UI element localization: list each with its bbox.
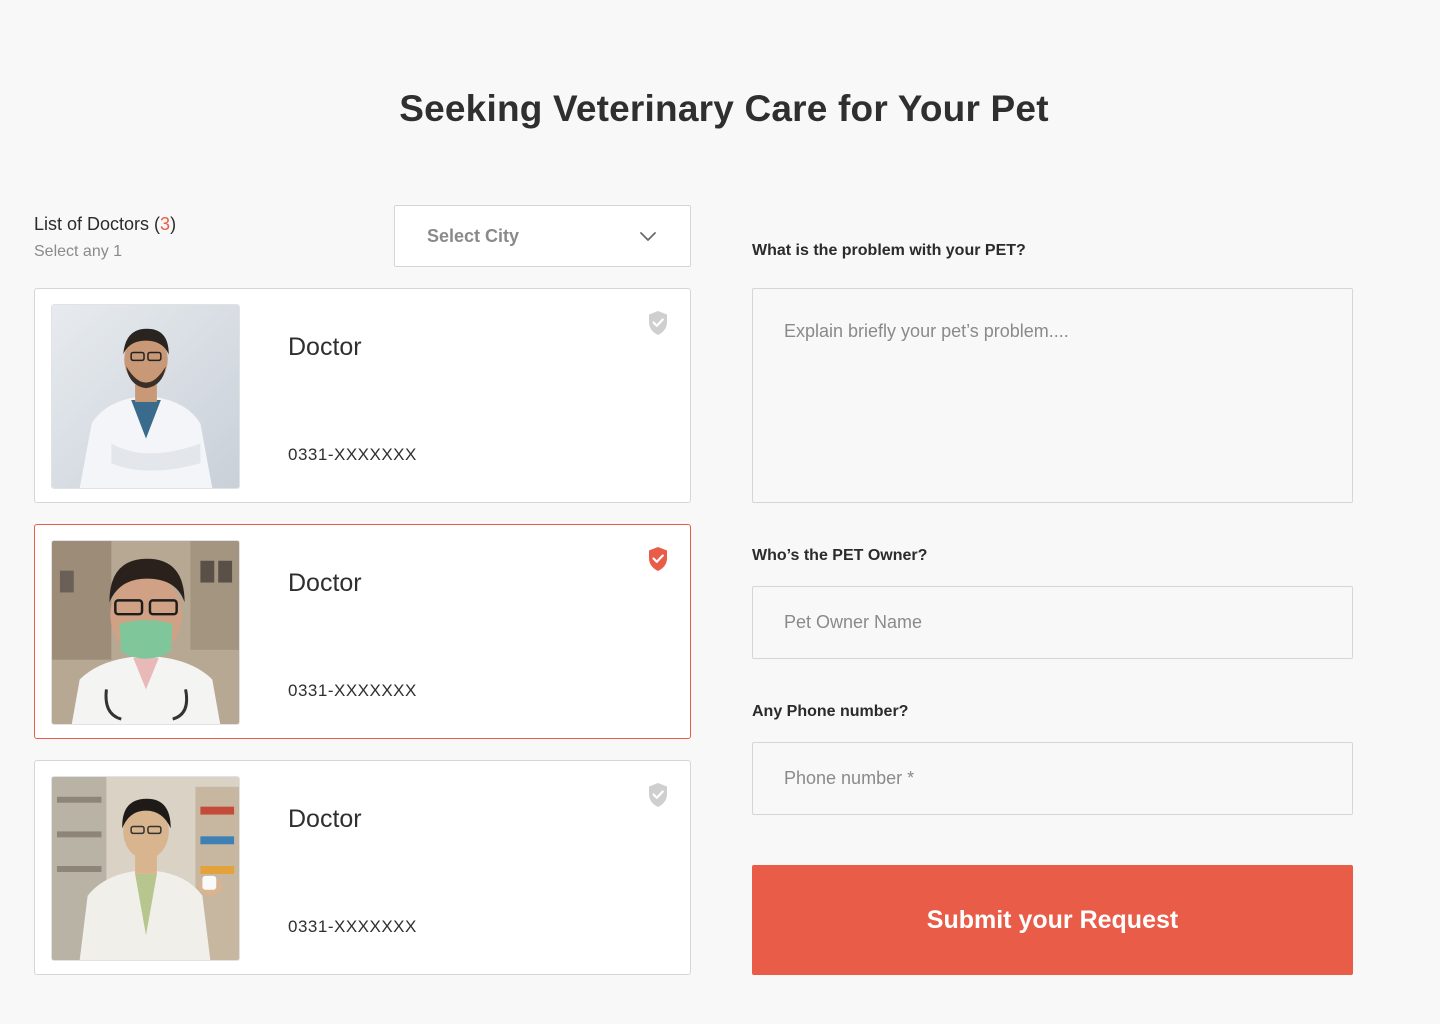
page-title: Seeking Veterinary Care for Your Pet: [399, 88, 1049, 129]
problem-label: What is the problem with your PET?: [752, 242, 1026, 259]
doctor-name: Doctor: [288, 805, 362, 833]
doctor-phone: 0331-XXXXXXX: [288, 681, 417, 700]
doctors-list-title: List of Doctors (3): [34, 214, 176, 235]
city-select-value: Select City: [427, 225, 520, 246]
doctor-photo: [51, 776, 240, 961]
doctor-photo: [51, 304, 240, 489]
doctor-name: Doctor: [288, 333, 362, 361]
problem-textarea[interactable]: [752, 288, 1353, 503]
phone-label: Any Phone number?: [752, 703, 909, 720]
owner-name-input[interactable]: [752, 586, 1353, 659]
city-select[interactable]: Select City: [394, 205, 691, 267]
doctor-card-selected[interactable]: Doctor 0331-XXXXXXX: [34, 524, 691, 739]
shield-check-icon: [649, 311, 667, 335]
doctors-count: 3: [160, 214, 171, 234]
doctor-phone: 0331-XXXXXXX: [288, 445, 417, 464]
page: Seeking Veterinary Care for Your Pet Lis…: [0, 0, 1440, 1024]
phone-number-input[interactable]: [752, 742, 1353, 815]
doctor-card[interactable]: Doctor 0331-XXXXXXX: [34, 288, 691, 503]
doctors-list-header: List of Doctors (3) Select any 1: [34, 214, 176, 261]
doctor-card[interactable]: Doctor 0331-XXXXXXX: [34, 760, 691, 975]
doctor-photo: [51, 540, 240, 725]
submit-request-button[interactable]: Submit your Request: [752, 865, 1353, 975]
doctor-phone: 0331-XXXXXXX: [288, 917, 417, 936]
doctors-list-title-prefix: List of Doctors (: [34, 214, 161, 234]
doctor-name: Doctor: [288, 569, 362, 597]
shield-check-icon: [649, 547, 667, 571]
shield-check-icon: [649, 783, 667, 807]
chevron-down-icon: [640, 232, 656, 241]
doctors-list-title-suffix: ): [170, 214, 177, 234]
doctors-list-subtitle: Select any 1: [34, 243, 123, 260]
owner-label: Who’s the PET Owner?: [752, 547, 928, 564]
